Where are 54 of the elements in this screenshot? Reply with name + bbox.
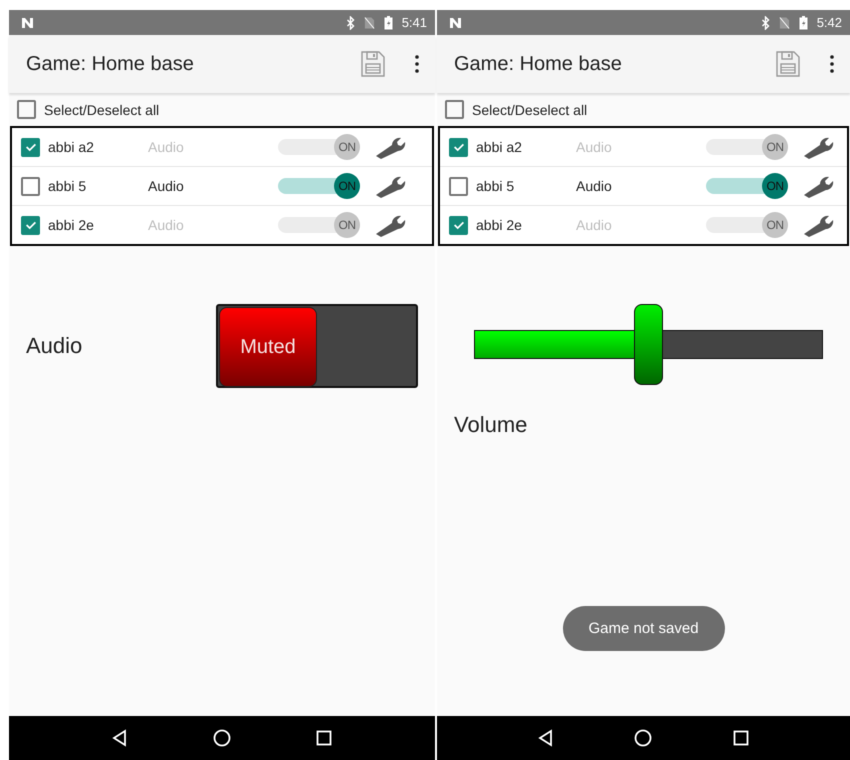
battery-icon [798, 16, 809, 30]
wrench-icon[interactable] [802, 174, 834, 198]
recents-icon[interactable] [315, 729, 333, 747]
device-checkbox[interactable] [449, 176, 468, 196]
more-menu-icon[interactable] [415, 55, 419, 73]
device-name: abbi a2 [48, 139, 95, 155]
n-logo-icon [21, 16, 35, 28]
status-time: 5:42 [816, 15, 842, 30]
wrench-icon[interactable] [374, 174, 406, 198]
battery-icon [382, 16, 394, 30]
slider-thumb[interactable] [634, 304, 662, 385]
mute-switch[interactable]: Muted [216, 304, 418, 388]
select-all-label: Select/Deselect all [472, 102, 588, 118]
back-icon[interactable] [536, 729, 555, 747]
back-icon[interactable] [111, 729, 129, 747]
screen-title: Game: Home base [26, 52, 195, 76]
select-all-checkbox[interactable] [17, 100, 36, 119]
more-menu-icon[interactable] [830, 55, 834, 73]
wrench-icon[interactable] [802, 135, 834, 159]
wrench-icon[interactable] [802, 213, 834, 237]
device-mode: Audio [148, 139, 185, 155]
device-name: abbi 2e [48, 217, 95, 233]
no-sim-icon [364, 16, 375, 30]
device-mode: Audio [576, 178, 613, 194]
save-icon[interactable] [776, 51, 800, 77]
device-name: abbi 5 [476, 178, 516, 194]
select-all-checkbox[interactable] [445, 100, 464, 119]
device-checkbox[interactable] [21, 176, 40, 196]
no-sim-icon [778, 16, 790, 30]
n-logo-icon [449, 16, 463, 28]
device-mode: Audio [148, 217, 185, 233]
toggle-switch[interactable]: ON [706, 173, 788, 199]
select-all-label: Select/Deselect all [44, 102, 160, 118]
wrench-icon[interactable] [374, 213, 406, 237]
home-icon[interactable] [634, 729, 652, 747]
wrench-icon[interactable] [374, 135, 406, 159]
device-name: abbi a2 [476, 139, 523, 155]
volume-slider[interactable] [474, 304, 823, 386]
toast-message: Game not saved [562, 606, 725, 651]
screen-title: Game: Home base [454, 52, 623, 76]
recents-icon[interactable] [732, 729, 750, 747]
control-label: Audio [26, 333, 82, 359]
home-icon[interactable] [213, 729, 231, 747]
device-mode: Audio [576, 217, 613, 233]
save-icon[interactable] [361, 51, 385, 77]
bluetooth-icon [344, 16, 356, 30]
device-mode: Audio [148, 178, 185, 194]
bluetooth-icon [760, 16, 771, 30]
device-mode: Audio [576, 139, 613, 155]
toggle-switch[interactable]: ON [278, 173, 360, 199]
device-name: abbi 5 [48, 178, 88, 194]
device-name: abbi 2e [476, 217, 523, 233]
control-label: Volume [454, 412, 528, 438]
status-time: 5:41 [402, 15, 427, 30]
